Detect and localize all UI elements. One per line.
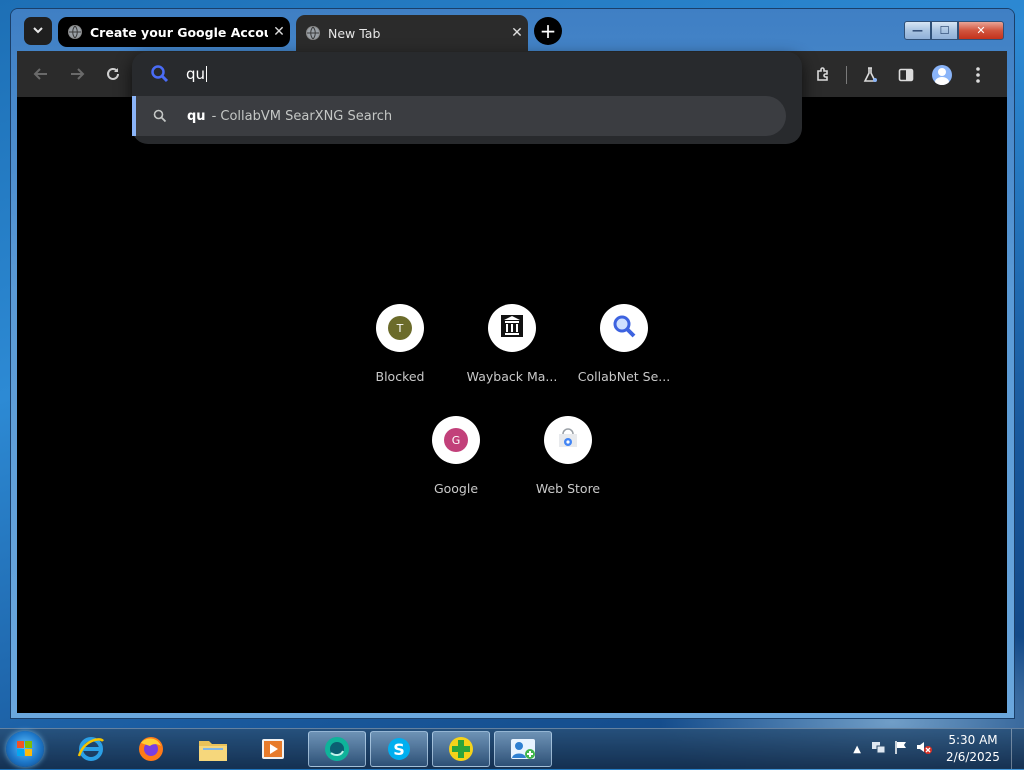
shortcut-google[interactable]: G Google: [400, 416, 512, 496]
shortcut-collabnet[interactable]: CollabNet Se...: [568, 304, 680, 384]
tab-search-button[interactable]: [24, 17, 52, 45]
plus-app-icon[interactable]: [432, 731, 490, 767]
shortcut-label: Wayback Ma...: [466, 369, 558, 384]
close-window-button[interactable]: ✕: [958, 21, 1004, 40]
close-tab-icon[interactable]: ✕: [268, 24, 290, 40]
file-explorer-icon[interactable]: [184, 731, 242, 767]
firefox-icon[interactable]: [122, 731, 180, 767]
system-tray: ▲ 5:30 AM 2/6/2025: [853, 729, 1024, 769]
shortcut-tile: [544, 416, 592, 464]
tab-create-google-account[interactable]: Create your Google Account ✕: [58, 17, 290, 47]
letter-t-icon: T: [388, 316, 412, 340]
tray-expand-icon[interactable]: ▲: [853, 744, 861, 755]
shortcut-label: CollabNet Se...: [577, 369, 671, 384]
shortcut-tile: G: [432, 416, 480, 464]
extensions-icon[interactable]: [812, 64, 834, 86]
wayback-icon: [499, 313, 525, 343]
shortcut-label: Web Store: [535, 481, 601, 496]
profile-avatar[interactable]: [931, 64, 953, 86]
chrome-like-app-icon[interactable]: [308, 731, 366, 767]
avatar-icon: [932, 65, 952, 85]
suggestion-engine: - CollabVM SearXNG Search: [211, 108, 393, 124]
tab-title: Create your Google Account: [90, 24, 268, 40]
maximize-button[interactable]: ☐: [931, 21, 958, 40]
internet-explorer-icon[interactable]: [62, 731, 120, 767]
search-icon: [150, 64, 170, 88]
globe-icon: [68, 25, 82, 39]
media-player-icon[interactable]: [244, 731, 302, 767]
search-icon: [611, 313, 637, 343]
start-button[interactable]: [6, 731, 44, 767]
minimize-button[interactable]: —: [904, 21, 931, 40]
action-center-flag-icon[interactable]: [893, 739, 909, 759]
chevron-down-icon: [32, 24, 44, 39]
skype-icon[interactable]: S: [370, 731, 428, 767]
shortcut-tile: [488, 304, 536, 352]
toolbar-actions: [812, 64, 989, 86]
side-panel-icon[interactable]: [895, 64, 917, 86]
network-icon[interactable]: [871, 739, 887, 759]
show-desktop-button[interactable]: [1011, 729, 1024, 769]
volume-muted-icon[interactable]: [915, 739, 933, 759]
webstore-icon: [555, 425, 581, 455]
tab-title: New Tab: [328, 25, 381, 41]
windows-logo-icon: [17, 741, 33, 757]
shortcut-label: Google: [433, 481, 479, 496]
reload-button[interactable]: [103, 65, 123, 85]
globe-icon: [306, 26, 320, 40]
shortcut-tile: [600, 304, 648, 352]
forward-button[interactable]: [67, 65, 87, 85]
taskbar: S ▲ 5:30 AM 2/6/2025: [0, 728, 1024, 769]
menu-kebab-icon[interactable]: [967, 64, 989, 86]
shortcut-blocked[interactable]: T Blocked: [344, 304, 456, 384]
close-tab-icon[interactable]: ✕: [506, 25, 528, 41]
omnibox-dropdown: qu qu - CollabVM SearXNG Search: [132, 52, 802, 144]
labs-flask-icon[interactable]: [859, 64, 881, 86]
omnibox-suggestion[interactable]: qu - CollabVM SearXNG Search: [132, 96, 786, 136]
clock-time: 5:30 AM: [948, 733, 998, 747]
window-controls: — ☐ ✕: [904, 21, 1004, 40]
shortcut-tile: T: [376, 304, 424, 352]
clock[interactable]: 5:30 AM 2/6/2025: [941, 732, 1005, 766]
svg-text:S: S: [393, 740, 405, 759]
search-icon: [136, 109, 184, 123]
shortcut-web-store[interactable]: Web Store: [512, 416, 624, 496]
back-button[interactable]: [31, 65, 51, 85]
omnibox-text: qu: [186, 65, 206, 83]
toolbar-divider: [846, 66, 847, 84]
shortcut-wayback[interactable]: Wayback Ma...: [456, 304, 568, 384]
shortcut-label: Blocked: [375, 369, 425, 384]
new-tab-button[interactable]: +: [534, 17, 562, 45]
omnibox-input[interactable]: qu: [186, 65, 208, 83]
letter-g-icon: G: [444, 428, 468, 452]
clock-date: 2/6/2025: [946, 750, 1000, 764]
suggestion-query: qu: [187, 108, 206, 124]
user-app-icon[interactable]: [494, 731, 552, 767]
tab-new-tab[interactable]: New Tab ✕: [296, 15, 528, 51]
text-caret: [206, 66, 208, 82]
